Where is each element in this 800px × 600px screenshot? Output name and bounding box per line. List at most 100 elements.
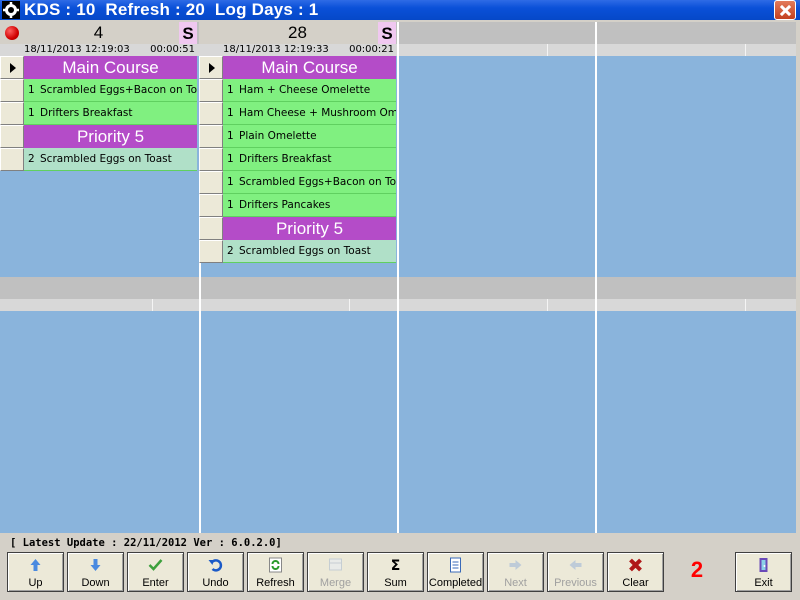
course-header[interactable]: Priority 5 xyxy=(199,217,396,240)
order-ticket[interactable]: 28 S 18/11/2013 12:19:33 00:00:21 Main Cours… xyxy=(199,22,396,263)
window-title: KDS : 10 Refresh : 20 Log Days : 1 xyxy=(24,0,319,19)
next-button[interactable]: Next xyxy=(487,552,544,592)
row-selector[interactable] xyxy=(199,125,223,148)
sum-button[interactable]: Σ Sum xyxy=(367,552,424,592)
line-body: 1 Scrambled Eggs+Bacon on Toast xyxy=(24,79,197,102)
completed-label: Completed xyxy=(428,577,483,589)
row-selector[interactable] xyxy=(199,194,223,217)
order-line-item[interactable]: 1 Ham + Cheese Omelette xyxy=(199,79,396,102)
item-name: Scrambled Eggs+Bacon on Toast xyxy=(40,84,197,96)
row-selector[interactable] xyxy=(199,148,223,171)
item-name: Drifters Breakfast xyxy=(40,107,133,119)
enter-button[interactable]: Enter xyxy=(127,552,184,592)
arrow-down-icon xyxy=(90,559,101,571)
order-status-badge[interactable]: S xyxy=(378,22,396,44)
slot-divider xyxy=(745,299,746,311)
item-quantity: 1 xyxy=(28,107,35,119)
column-divider xyxy=(397,22,399,533)
up-label: Up xyxy=(28,577,43,589)
order-number: 4 xyxy=(93,23,104,42)
row-selector[interactable] xyxy=(199,240,223,263)
row-selector[interactable] xyxy=(0,125,24,148)
close-button[interactable] xyxy=(774,0,796,20)
row-selector[interactable] xyxy=(199,56,223,79)
order-meta: 18/11/2013 12:19:33 00:00:21 xyxy=(199,44,396,56)
slot-divider xyxy=(745,44,746,56)
order-number: 28 xyxy=(288,23,307,42)
row-selector[interactable] xyxy=(0,56,24,79)
exit-button[interactable]: Exit xyxy=(735,552,792,592)
up-button[interactable]: Up xyxy=(7,552,64,592)
order-status-badge[interactable]: S xyxy=(179,22,197,44)
course-header[interactable]: Main Course xyxy=(199,56,396,79)
undo-icon xyxy=(208,559,223,572)
order-line-item[interactable]: 2 Scrambled Eggs on Toast xyxy=(199,240,396,263)
line-body: 2 Scrambled Eggs on Toast xyxy=(223,240,396,263)
row-selector[interactable] xyxy=(0,148,24,171)
gear-app-icon[interactable] xyxy=(2,1,20,19)
completed-button[interactable]: Completed xyxy=(427,552,484,592)
line-body: 2 Scrambled Eggs on Toast xyxy=(24,148,197,171)
row-selector[interactable] xyxy=(199,102,223,125)
line-body: 1 Ham Cheese + Mushroom Omelet xyxy=(223,102,396,125)
item-quantity: 1 xyxy=(227,107,234,119)
red-x-icon xyxy=(629,558,642,572)
refresh-icon xyxy=(269,557,282,573)
item-name: Scrambled Eggs on Toast xyxy=(40,153,172,165)
row-selector[interactable] xyxy=(199,79,223,102)
completed-list-icon xyxy=(450,557,461,573)
item-name: Scrambled Eggs on Toast xyxy=(239,245,371,257)
item-quantity: 2 xyxy=(28,153,35,165)
order-line-item[interactable]: 1 Drifters Breakfast xyxy=(199,148,396,171)
order-line-item[interactable]: 1 Ham Cheese + Mushroom Omelet xyxy=(199,102,396,125)
down-button[interactable]: Down xyxy=(67,552,124,592)
order-line-item[interactable]: 1 Scrambled Eggs+Bacon on Toast xyxy=(0,79,197,102)
item-quantity: 1 xyxy=(227,199,234,211)
slot-divider xyxy=(152,299,153,311)
merge-icon xyxy=(329,558,342,571)
course-header[interactable]: Main Course xyxy=(0,56,197,79)
course-header[interactable]: Priority 5 xyxy=(0,125,197,148)
clear-button[interactable]: Clear xyxy=(607,552,664,592)
line-body: 1 Drifters Breakfast xyxy=(223,148,396,171)
order-line-item[interactable]: 1 Scrambled Eggs+Bacon on Toast xyxy=(199,171,396,194)
row-selector[interactable] xyxy=(199,171,223,194)
exit-door-icon xyxy=(759,558,768,572)
order-elapsed: 00:00:21 xyxy=(349,44,394,55)
order-line-item[interactable]: 1 Drifters Breakfast xyxy=(0,102,197,125)
row-selector[interactable] xyxy=(0,79,24,102)
arrow-up-icon xyxy=(30,559,41,571)
svg-text:Σ: Σ xyxy=(391,558,401,573)
undo-button[interactable]: Undo xyxy=(187,552,244,592)
item-quantity: 1 xyxy=(227,153,234,165)
sum-label: Sum xyxy=(384,577,407,589)
item-quantity: 2 xyxy=(227,245,234,257)
latest-update-status: [ Latest Update : 22/11/2012 Ver : 6.0.2… xyxy=(10,537,282,549)
item-name: Ham + Cheese Omelette xyxy=(239,84,371,96)
line-body: 1 Scrambled Eggs+Bacon on Toast xyxy=(223,171,396,194)
order-line-item[interactable]: 1 Plain Omelette xyxy=(199,125,396,148)
line-body: 1 Drifters Breakfast xyxy=(24,102,197,125)
sigma-icon: Σ xyxy=(391,558,401,573)
title-bar: KDS : 10 Refresh : 20 Log Days : 1 xyxy=(0,0,800,20)
previous-button[interactable]: Previous xyxy=(547,552,604,592)
order-timestamp: 18/11/2013 12:19:33 xyxy=(223,44,329,55)
line-body: 1 Drifters Pancakes xyxy=(223,194,396,217)
order-ticket[interactable]: 4 S 18/11/2013 12:19:03 00:00:51 Main Course… xyxy=(0,22,197,171)
order-header: 28 S xyxy=(199,22,396,44)
order-line-item[interactable]: 1 Drifters Pancakes xyxy=(199,194,396,217)
arrow-right-icon xyxy=(509,560,522,570)
slot-divider xyxy=(547,44,548,56)
item-quantity: 1 xyxy=(227,130,234,142)
item-name: Drifters Breakfast xyxy=(239,153,332,165)
row-selector[interactable] xyxy=(0,102,24,125)
refresh-button[interactable]: Refresh xyxy=(247,552,304,592)
row-selector[interactable] xyxy=(199,217,223,240)
item-name: Drifters Pancakes xyxy=(239,199,331,211)
order-line-item[interactable]: 2 Scrambled Eggs on Toast xyxy=(0,148,197,171)
item-quantity: 1 xyxy=(28,84,35,96)
merge-button[interactable]: Merge xyxy=(307,552,364,592)
course-label: Priority 5 xyxy=(24,125,197,148)
enter-label: Enter xyxy=(142,577,169,589)
exit-label: Exit xyxy=(754,577,773,589)
